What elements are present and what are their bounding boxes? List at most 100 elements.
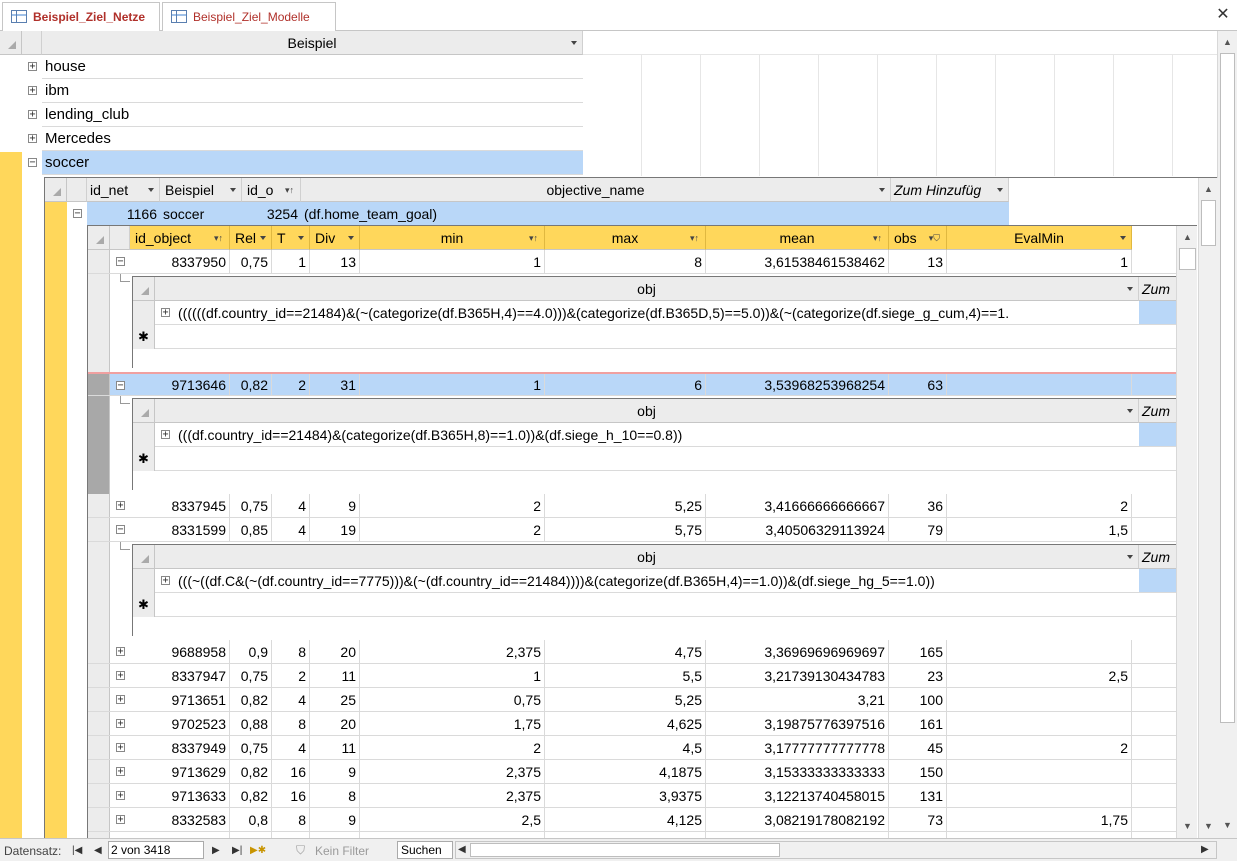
- expand-icon[interactable]: +: [116, 695, 125, 705]
- table-row[interactable]: +8337949 0,75 4 11 2 4,5 3,17777777777778 45 2: [88, 736, 1176, 760]
- sort-arrow-icon[interactable]: ▾↑: [873, 233, 882, 244]
- dropdown-arrow-icon[interactable]: [348, 235, 354, 240]
- cell-div[interactable]: 20: [310, 640, 360, 663]
- column-header-id[interactable]: id_object ▾↑: [130, 226, 230, 250]
- expand-icon[interactable]: +: [161, 308, 170, 318]
- column-header-objective-name[interactable]: objective_name: [301, 178, 891, 202]
- cell-t[interactable]: 8: [272, 640, 310, 663]
- expand-icon[interactable]: +: [116, 671, 125, 681]
- cell-max[interactable]: 5,75: [545, 518, 706, 541]
- cell-evalmin[interactable]: [947, 760, 1132, 783]
- cell-t[interactable]: 8: [272, 808, 310, 831]
- close-icon[interactable]: ✕: [1214, 6, 1232, 24]
- cell-obj[interactable]: (((~((df.C&(~(df.country_id==7775)))&(~(…: [175, 569, 1139, 592]
- column-header-div[interactable]: Div: [310, 226, 360, 250]
- level2-row-soccer[interactable]: − 1166 soccer 3254 (df.home_team_goal): [67, 202, 1009, 226]
- cell-mean[interactable]: 3,19875776397516: [706, 712, 889, 735]
- column-header-rel[interactable]: Rel: [230, 226, 272, 250]
- cell-zum[interactable]: [1139, 423, 1179, 446]
- cell-mean[interactable]: 3,15333333333333: [706, 760, 889, 783]
- cell-max[interactable]: 6: [545, 374, 706, 395]
- record-selector[interactable]: [88, 494, 110, 517]
- cell-id[interactable]: 9702523: [130, 712, 230, 735]
- cell-rel[interactable]: 0,9: [230, 640, 272, 663]
- cell-id[interactable]: 9713651: [130, 688, 230, 711]
- cell-beispiel[interactable]: lending_club: [42, 103, 583, 126]
- table-row[interactable]: +9713633 0,82 16 8 2,375 3,9375 3,122137404580…: [88, 784, 1176, 808]
- no-filter-label[interactable]: Kein Filter: [315, 839, 369, 862]
- record-selector[interactable]: [88, 688, 110, 711]
- cell-max[interactable]: 4,125: [545, 808, 706, 831]
- cell-rel[interactable]: 0,82: [230, 760, 272, 783]
- expand-icon[interactable]: +: [116, 767, 125, 777]
- cell-div[interactable]: 9: [310, 494, 360, 517]
- cell-id[interactable]: 8332583: [130, 808, 230, 831]
- table-row[interactable]: +8332583 0,8 8 9 2,5 4,125 3,08219178082192 73 1…: [88, 808, 1176, 832]
- record-selector[interactable]: [133, 301, 155, 325]
- expand-icon[interactable]: +: [28, 134, 37, 144]
- cell-max[interactable]: 5,25: [545, 688, 706, 711]
- expand-icon[interactable]: +: [161, 430, 170, 440]
- dropdown-arrow-icon[interactable]: [571, 40, 577, 45]
- column-header-obj[interactable]: obj: [155, 545, 1139, 569]
- column-header-zum[interactable]: Zum: [1139, 545, 1179, 569]
- expand-icon[interactable]: +: [28, 62, 37, 72]
- cell-rel[interactable]: 0,8: [230, 808, 272, 831]
- expand-icon[interactable]: +: [28, 110, 37, 120]
- cell-id[interactable]: 9713629: [130, 760, 230, 783]
- column-header-obj[interactable]: obj: [155, 277, 1139, 301]
- record-selector[interactable]: [88, 808, 110, 831]
- collapse-icon[interactable]: −: [73, 209, 82, 219]
- cell-beispiel[interactable]: Mercedes: [42, 127, 583, 150]
- cell-min[interactable]: 2: [360, 736, 545, 759]
- outer-vertical-scrollbar[interactable]: ▲ ▼: [1217, 31, 1237, 838]
- cell-obs[interactable]: 13: [889, 250, 947, 273]
- collapse-icon[interactable]: −: [116, 257, 125, 267]
- collapse-icon[interactable]: −: [116, 381, 125, 391]
- cell-mean[interactable]: 3,21739130434783: [706, 664, 889, 687]
- cell-id[interactable]: 9713633: [130, 784, 230, 807]
- cell-mean[interactable]: 3,17777777777778: [706, 736, 889, 759]
- cell-t[interactable]: 1: [272, 250, 310, 273]
- column-header-zum[interactable]: Zum: [1139, 277, 1179, 301]
- new-obj-row[interactable]: [155, 325, 1179, 349]
- record-selector[interactable]: [88, 518, 110, 541]
- cell-min[interactable]: 1: [360, 374, 545, 395]
- scrollbar-thumb[interactable]: [1220, 53, 1235, 723]
- cell-id[interactable]: 8337947: [130, 664, 230, 687]
- cell-rel[interactable]: 0,75: [230, 664, 272, 687]
- column-header-obs[interactable]: obs ▾⛉: [889, 226, 947, 250]
- cell-evalmin[interactable]: 2: [947, 494, 1132, 517]
- tab-beispiel-ziel-netze[interactable]: Beispiel_Ziel_Netze: [2, 2, 160, 31]
- cell-mean[interactable]: 3,61538461538462: [706, 250, 889, 273]
- dropdown-arrow-icon[interactable]: [148, 187, 154, 192]
- cell-mean[interactable]: 3,36969696969697: [706, 640, 889, 663]
- dropdown-arrow-icon[interactable]: [997, 187, 1003, 192]
- record-selector[interactable]: [88, 250, 110, 273]
- collapse-icon[interactable]: −: [116, 525, 125, 535]
- new-obj-row[interactable]: [155, 447, 1179, 471]
- cell-id[interactable]: 8337945: [130, 494, 230, 517]
- cell-t[interactable]: 8: [272, 712, 310, 735]
- cell-evalmin[interactable]: [947, 374, 1132, 395]
- scroll-down-icon[interactable]: ▼: [1199, 817, 1218, 835]
- cell-evalmin[interactable]: 1: [947, 250, 1132, 273]
- cell-max[interactable]: 5,25: [545, 494, 706, 517]
- scroll-down-icon[interactable]: ▼: [1177, 817, 1197, 835]
- cell-min[interactable]: 2,375: [360, 760, 545, 783]
- cell-div[interactable]: 9: [310, 760, 360, 783]
- dropdown-arrow-icon[interactable]: [260, 235, 266, 240]
- cell-t[interactable]: 16: [272, 784, 310, 807]
- table-row[interactable]: −8337950 0,75 1 13 1 8 3,61538461538462 13 1: [88, 250, 1176, 274]
- cell-t[interactable]: 4: [272, 494, 310, 517]
- cell-rel[interactable]: 0,82: [230, 784, 272, 807]
- expand-icon[interactable]: +: [116, 501, 125, 511]
- new-record-marker[interactable]: ✱: [133, 325, 155, 349]
- scroll-up-icon[interactable]: ▲: [1218, 33, 1237, 51]
- cell-evalmin[interactable]: 2,5: [947, 664, 1132, 687]
- column-header-zum[interactable]: Zum: [1139, 399, 1179, 423]
- cell-evalmin[interactable]: 2: [947, 736, 1132, 759]
- cell-mean[interactable]: 3,40506329113924: [706, 518, 889, 541]
- cell-obs[interactable]: 150: [889, 760, 947, 783]
- previous-record-icon[interactable]: ◀: [94, 839, 102, 862]
